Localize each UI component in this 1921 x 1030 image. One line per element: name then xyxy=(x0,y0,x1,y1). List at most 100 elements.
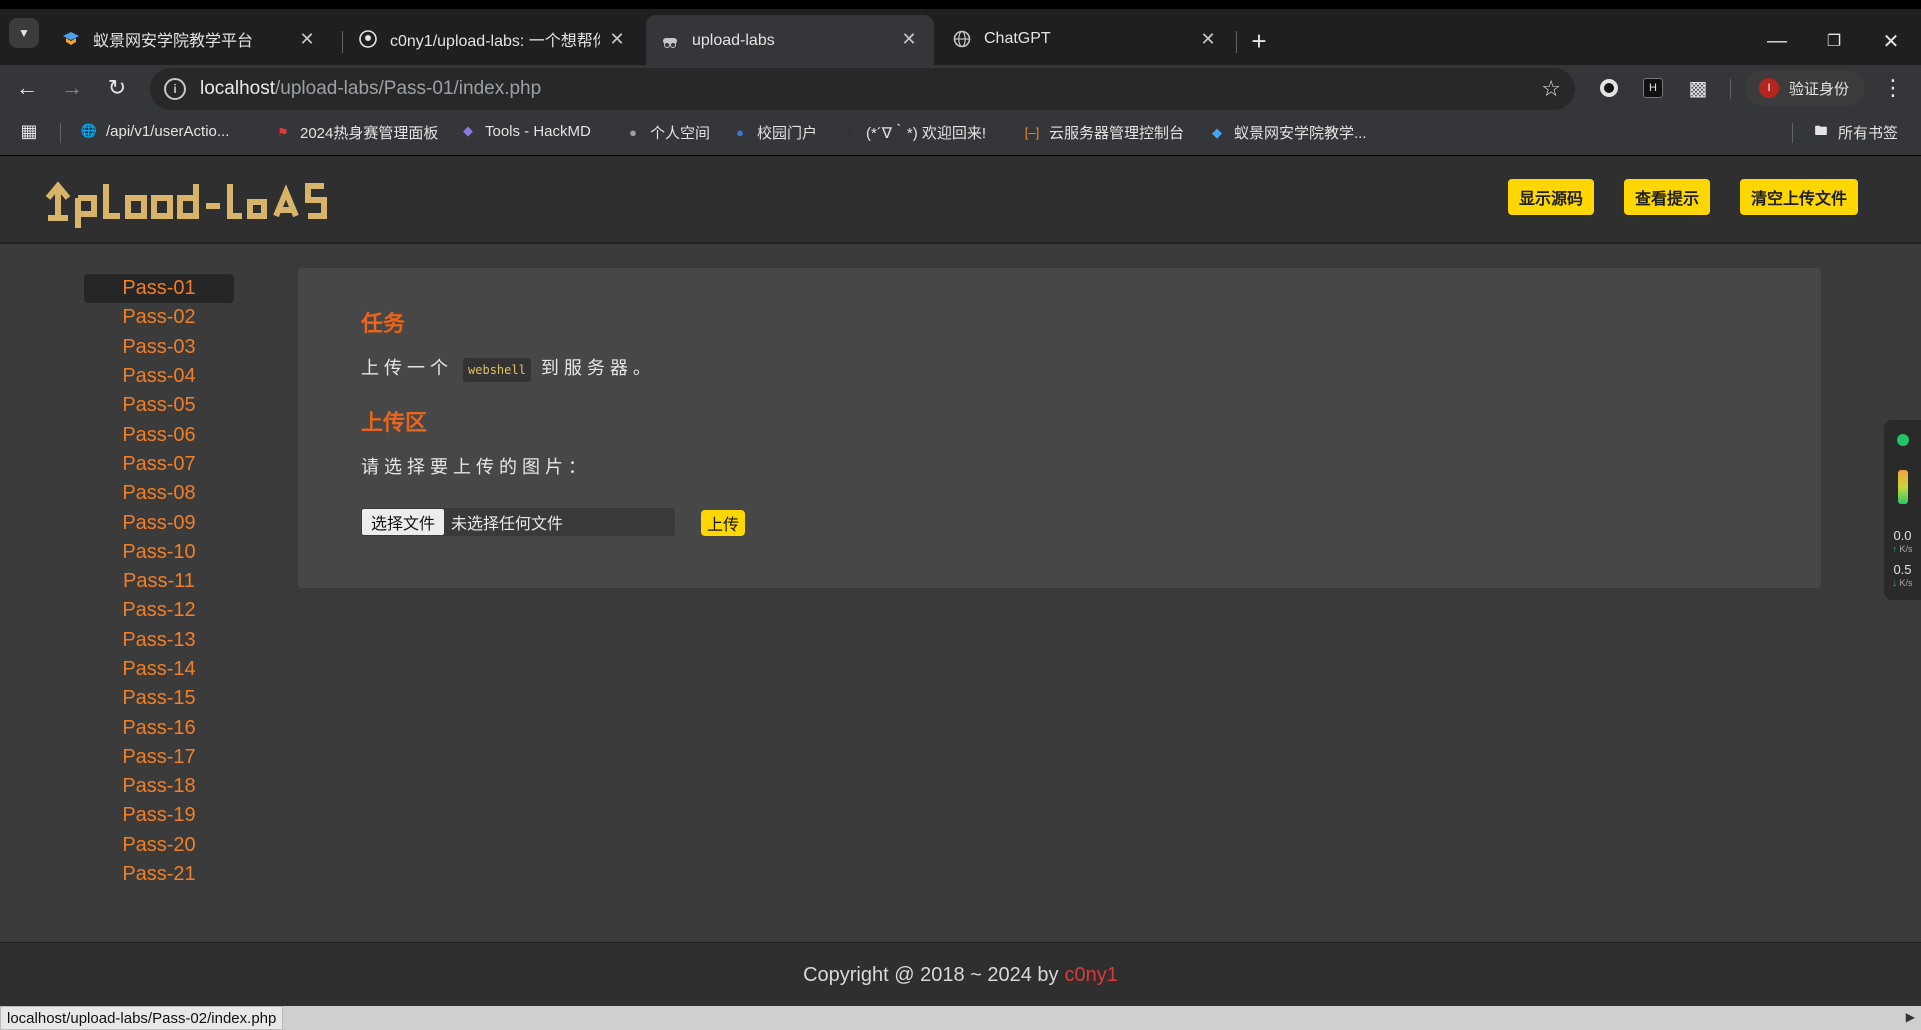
bookmark-item[interactable]: ⚑ 2024热身赛管理面板 xyxy=(274,122,438,143)
signal-bar xyxy=(1898,470,1908,504)
choose-file-button[interactable]: 选择文件 xyxy=(362,509,445,535)
school-icon: ◆ xyxy=(1212,124,1222,140)
bookmark-star-icon[interactable]: ☆ xyxy=(1541,76,1561,102)
file-status: 未选择任何文件 xyxy=(451,516,564,533)
chevron-down-icon: ▼ xyxy=(18,26,30,40)
tab-2[interactable]: c0ny1/upload-labs: 一个想帮你 ✕ xyxy=(344,15,642,63)
clear-uploads-button[interactable]: 清空上传文件 xyxy=(1740,179,1858,215)
nav-item-pass-03[interactable]: Pass-03 xyxy=(84,333,234,362)
tab-1[interactable]: 蚁景网安学院教学平台 ✕ xyxy=(47,15,332,63)
tab-search-button[interactable]: ▼ xyxy=(9,18,39,48)
browser-toolbar: ← → ↻ i localhost/upload-labs/Pass-01/in… xyxy=(0,65,1921,110)
task-title: 任务 xyxy=(361,311,406,336)
nav-item-pass-10[interactable]: Pass-10 xyxy=(84,538,234,567)
bookmark-item[interactable]: [–] 云服务器管理控制台 xyxy=(1023,122,1184,143)
nav-item-pass-04[interactable]: Pass-04 xyxy=(84,362,234,391)
upload-button[interactable]: 上传 xyxy=(701,510,746,536)
bookmark-item[interactable]: ● (*´∇｀*) 欢迎回来! xyxy=(840,122,986,143)
site-logo[interactable] xyxy=(44,176,334,241)
bookmark-label: Tools - HackMD xyxy=(485,122,591,140)
globe-icon: ● xyxy=(629,125,637,140)
bookmark-item[interactable]: ◆ Tools - HackMD xyxy=(459,122,591,140)
menu-button[interactable]: ⋮ xyxy=(1876,71,1910,105)
close-icon[interactable]: ✕ xyxy=(296,28,318,50)
bookmark-item[interactable]: ◆ 蚁景网安学院教学... xyxy=(1208,122,1367,143)
bookmark-label: /api/v1/userActio... xyxy=(106,122,230,140)
address-bar[interactable]: i localhost/upload-labs/Pass-01/index.ph… xyxy=(150,68,1575,110)
toolbar-separator xyxy=(1730,79,1731,99)
avatar: I xyxy=(1759,78,1779,98)
page-content: 显示源码 查看提示 清空上传文件 Pass-01 Pass-02 Pass-03 Pa… xyxy=(0,156,1921,1007)
profile-verify-button[interactable]: I 验证身份 xyxy=(1745,70,1865,106)
bookmark-label: 2024热身赛管理面板 xyxy=(300,125,439,142)
folder-icon: 🖿 xyxy=(1814,122,1828,138)
minimize-button[interactable]: — xyxy=(1762,26,1792,56)
verify-label: 验证身份 xyxy=(1789,80,1850,98)
close-icon[interactable]: ✕ xyxy=(606,28,628,50)
arrow-up-icon: ↑ xyxy=(1892,544,1897,554)
all-bookmarks-label: 所有书签 xyxy=(1838,125,1899,142)
bookmark-item[interactable]: ● 个人空间 xyxy=(624,122,710,143)
close-icon[interactable]: ✕ xyxy=(898,28,920,50)
plus-icon: + xyxy=(1251,25,1267,56)
network-speed-widget[interactable]: 0.0 ↑ K/s 0.5 ↓ K/s xyxy=(1884,420,1921,600)
nav-item-pass-21[interactable]: Pass-21 xyxy=(84,860,234,889)
bookmarks-bar: ▦ 🌐 /api/v1/userActio... ⚑ 2024热身赛管理面板 ◆ To… xyxy=(0,110,1921,156)
tab-4[interactable]: ChatGPT ✕ xyxy=(938,15,1233,63)
arrow-right-icon: → xyxy=(61,75,83,100)
back-button[interactable]: ← xyxy=(10,71,44,105)
view-hint-button[interactable]: 查看提示 xyxy=(1624,179,1710,215)
nav-item-pass-18[interactable]: Pass-18 xyxy=(84,772,234,801)
address-url[interactable]: localhost/upload-labs/Pass-01/index.php xyxy=(200,78,541,100)
nav-item-pass-07[interactable]: Pass-07 xyxy=(84,450,234,479)
bookmark-separator xyxy=(1792,123,1793,143)
puzzle-icon: ▩ xyxy=(1688,77,1708,100)
horizontal-scrollbar[interactable]: localhost/upload-labs/Pass-02/index.php … xyxy=(0,1006,1921,1030)
nav-item-pass-12[interactable]: Pass-12 xyxy=(84,596,234,625)
tab-3-active[interactable]: upload-labs ✕ xyxy=(646,15,934,66)
nav-item-pass-20[interactable]: Pass-20 xyxy=(84,831,234,860)
new-tab-button[interactable]: + xyxy=(1244,26,1274,56)
extensions-button[interactable]: ▩ xyxy=(1681,71,1715,105)
bookmark-item[interactable]: 🌐 /api/v1/userActio... xyxy=(80,122,230,140)
nav-item-pass-16[interactable]: Pass-16 xyxy=(84,713,234,742)
globe-icon xyxy=(952,29,972,49)
nav-item-pass-15[interactable]: Pass-15 xyxy=(84,684,234,713)
nav-item-pass-17[interactable]: Pass-17 xyxy=(84,743,234,772)
nav-item-pass-13[interactable]: Pass-13 xyxy=(84,626,234,655)
forward-button[interactable]: → xyxy=(55,71,89,105)
task-description: 上传一个 webshell 到服务器。 xyxy=(361,354,656,382)
nav-item-pass-08[interactable]: Pass-08 xyxy=(84,479,234,508)
scroll-right-icon[interactable]: ▶ xyxy=(1906,1010,1915,1024)
nav-item-pass-19[interactable]: Pass-19 xyxy=(84,801,234,830)
show-source-button[interactable]: 显示源码 xyxy=(1508,179,1594,215)
nav-item-pass-01[interactable]: Pass-01 xyxy=(84,274,234,304)
upload-speed: 0.0 xyxy=(1893,528,1912,543)
task-code: webshell xyxy=(463,358,531,382)
nav-item-pass-05[interactable]: Pass-05 xyxy=(84,391,234,420)
nav-item-pass-02[interactable]: Pass-02 xyxy=(84,303,234,332)
flag-icon: ⚑ xyxy=(277,124,289,140)
apps-button[interactable]: ▦ xyxy=(20,121,46,141)
upload-unit: ↑ K/s xyxy=(1884,544,1921,554)
nav-item-pass-06[interactable]: Pass-06 xyxy=(84,420,234,449)
page-icon: ● xyxy=(845,125,853,140)
close-icon[interactable]: ✕ xyxy=(1197,28,1219,50)
nav-item-pass-09[interactable]: Pass-09 xyxy=(84,508,234,537)
file-input[interactable]: 选择文件 未选择任何文件 xyxy=(361,508,675,536)
reload-button[interactable]: ↻ xyxy=(100,71,134,105)
reload-icon: ↻ xyxy=(107,75,127,100)
footer-copyright: Copyright @ 2018 ~ 2024 by xyxy=(803,963,1059,986)
extension-record-button[interactable] xyxy=(1592,71,1626,105)
cloud-console-icon: [–] xyxy=(1024,125,1040,140)
info-icon[interactable]: i xyxy=(164,78,186,100)
all-bookmarks-button[interactable]: 🖿 所有书签 xyxy=(1812,122,1898,143)
bookmark-item[interactable]: ● 校园门户 xyxy=(731,122,817,143)
site-header: 显示源码 查看提示 清空上传文件 xyxy=(0,156,1921,244)
restore-button[interactable]: ❐ xyxy=(1819,26,1849,56)
footer-author-link[interactable]: c0ny1 xyxy=(1065,964,1118,987)
extension-hackbar-button[interactable]: H xyxy=(1636,71,1670,105)
nav-item-pass-11[interactable]: Pass-11 xyxy=(84,567,234,596)
close-window-button[interactable]: ✕ xyxy=(1876,26,1906,56)
nav-item-pass-14[interactable]: Pass-14 xyxy=(84,655,234,684)
